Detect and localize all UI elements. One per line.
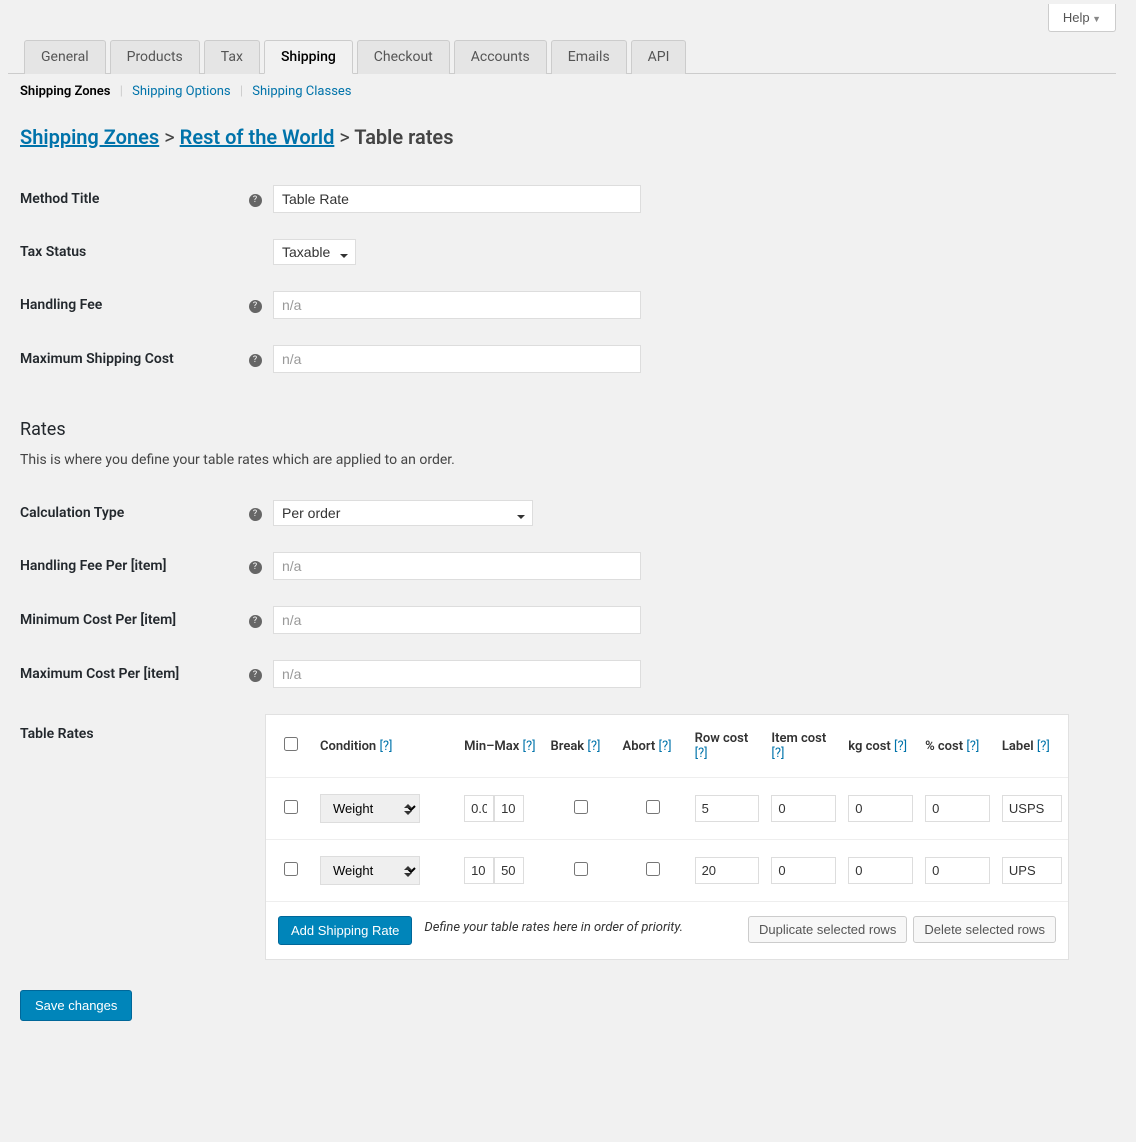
calc-type-label: Calculation Type — [20, 505, 245, 521]
help-link[interactable]: [?] — [659, 739, 672, 754]
main-tabs: General Products Tax Shipping Checkout A… — [8, 32, 1116, 74]
pct-cost-input[interactable] — [925, 795, 990, 822]
separator: | — [120, 84, 123, 99]
separator: | — [240, 84, 243, 99]
help-link[interactable]: [?] — [379, 739, 392, 754]
tab-api[interactable]: API — [631, 40, 687, 74]
handling-fee-label: Handling Fee — [20, 297, 245, 313]
row-checkbox[interactable] — [284, 800, 298, 814]
tab-products[interactable]: Products — [110, 40, 200, 74]
th-abort: Abort — [623, 739, 656, 754]
sub-tabs: Shipping Zones | Shipping Options | Ship… — [0, 74, 1136, 109]
crumb-current: Table rates — [354, 125, 453, 149]
kg-cost-input[interactable] — [848, 795, 913, 822]
abort-checkbox[interactable] — [646, 862, 660, 876]
footer-hint: Define your table rates here in order of… — [424, 916, 736, 935]
subtab-options[interactable]: Shipping Options — [132, 84, 230, 99]
subtab-zones[interactable]: Shipping Zones — [20, 84, 111, 99]
max-cost-per-input[interactable] — [273, 660, 641, 688]
label-input[interactable] — [1002, 857, 1062, 884]
help-icon[interactable]: ? — [245, 505, 265, 521]
tab-shipping[interactable]: Shipping — [264, 40, 353, 74]
condition-select[interactable]: Weight — [320, 856, 420, 885]
min-input[interactable] — [464, 795, 494, 822]
tab-accounts[interactable]: Accounts — [454, 40, 547, 74]
help-link[interactable]: [?] — [894, 739, 907, 754]
min-cost-per-input[interactable] — [273, 606, 641, 634]
rates-description: This is where you define your table rate… — [0, 444, 1136, 474]
help-icon[interactable]: ? — [245, 612, 265, 628]
max-cost-per-label: Maximum Cost Per [item] — [20, 666, 245, 682]
th-kg-cost: kg cost — [848, 739, 891, 754]
rates-table: Condition [?] Min–Max [?] Break [?] Abor… — [265, 714, 1069, 960]
condition-select[interactable]: Weight — [320, 794, 420, 823]
help-icon[interactable]: ? — [245, 297, 265, 313]
help-link[interactable]: [?] — [523, 739, 536, 754]
row-cost-input[interactable] — [695, 795, 760, 822]
th-pct-cost: % cost — [925, 739, 963, 754]
subtab-classes[interactable]: Shipping Classes — [252, 84, 351, 99]
crumb-zones[interactable]: Shipping Zones — [20, 125, 159, 149]
table-row: Weight — [266, 778, 1068, 840]
method-title-input[interactable] — [273, 185, 641, 213]
tax-status-select[interactable]: Taxable — [273, 239, 356, 265]
duplicate-rows-button[interactable]: Duplicate selected rows — [748, 916, 907, 943]
delete-rows-button[interactable]: Delete selected rows — [913, 916, 1056, 943]
row-cost-input[interactable] — [695, 857, 760, 884]
th-minmax: Min–Max — [464, 739, 519, 754]
help-link[interactable]: [?] — [966, 739, 979, 754]
help-icon[interactable]: ? — [245, 666, 265, 682]
min-input[interactable] — [464, 857, 494, 884]
th-row-cost: Row cost — [695, 731, 749, 746]
th-condition: Condition — [320, 739, 376, 754]
tab-tax[interactable]: Tax — [204, 40, 260, 74]
help-button[interactable]: Help — [1048, 4, 1116, 32]
th-break: Break — [551, 739, 585, 754]
calc-type-select[interactable]: Per order — [273, 500, 533, 526]
help-icon[interactable]: ? — [245, 191, 265, 207]
method-title-label: Method Title — [20, 191, 245, 207]
tab-checkout[interactable]: Checkout — [357, 40, 450, 74]
min-cost-per-label: Minimum Cost Per [item] — [20, 612, 245, 628]
breadcrumb: Shipping Zones > Rest of the World > Tab… — [0, 109, 1136, 159]
crumb-rest[interactable]: Rest of the World — [180, 125, 335, 149]
handling-per-input[interactable] — [273, 552, 641, 580]
pct-cost-input[interactable] — [925, 857, 990, 884]
help-icon[interactable]: ? — [245, 351, 265, 367]
abort-checkbox[interactable] — [646, 800, 660, 814]
kg-cost-input[interactable] — [848, 857, 913, 884]
label-input[interactable] — [1002, 795, 1062, 822]
max-input[interactable] — [494, 795, 524, 822]
rates-heading: Rates — [0, 399, 1136, 444]
handling-per-label: Handling Fee Per [item] — [20, 558, 245, 574]
max-shipping-input[interactable] — [273, 345, 641, 373]
select-all-checkbox[interactable] — [284, 737, 298, 751]
help-link[interactable]: [?] — [771, 746, 784, 761]
save-changes-button[interactable]: Save changes — [20, 990, 132, 1021]
help-link[interactable]: [?] — [1037, 739, 1050, 754]
help-icon[interactable]: ? — [245, 558, 265, 574]
crumb-sep: > — [164, 125, 174, 149]
item-cost-input[interactable] — [771, 857, 836, 884]
help-link[interactable]: [?] — [587, 739, 600, 754]
crumb-sep: > — [339, 125, 349, 149]
row-checkbox[interactable] — [284, 862, 298, 876]
add-shipping-rate-button[interactable]: Add Shipping Rate — [278, 916, 412, 945]
item-cost-input[interactable] — [771, 795, 836, 822]
table-rates-label: Table Rates — [20, 714, 265, 960]
th-item-cost: Item cost — [771, 731, 826, 746]
max-shipping-label: Maximum Shipping Cost — [20, 351, 245, 367]
help-link[interactable]: [?] — [695, 746, 708, 761]
handling-fee-input[interactable] — [273, 291, 641, 319]
table-row: Weight — [266, 840, 1068, 902]
max-input[interactable] — [494, 857, 524, 884]
tab-general[interactable]: General — [24, 40, 106, 74]
tab-emails[interactable]: Emails — [551, 40, 627, 74]
th-label: Label — [1002, 739, 1034, 754]
break-checkbox[interactable] — [574, 862, 588, 876]
break-checkbox[interactable] — [574, 800, 588, 814]
tax-status-label: Tax Status — [20, 244, 245, 260]
